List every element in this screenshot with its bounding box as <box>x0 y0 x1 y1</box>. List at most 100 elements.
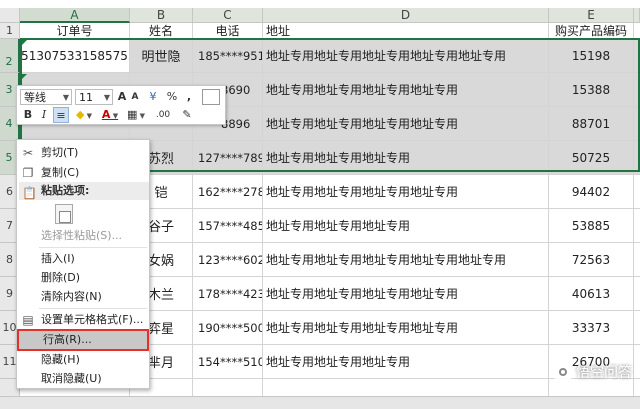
cell-address[interactable]: 地址专用地址专用地址专用地址专用 <box>263 311 549 344</box>
grow-font-button[interactable]: A <box>116 89 128 105</box>
spreadsheet: A B C D E 1 2 3 4 5 6 7 8 9 10 11 订单号 姓名… <box>0 0 640 409</box>
font-name-dropdown[interactable]: 等线 ▼ <box>20 89 72 105</box>
percent-format-button[interactable]: % <box>165 89 179 105</box>
cell-order-id[interactable]: 1513075331585755 <box>20 39 130 72</box>
header-address[interactable]: 地址 <box>263 23 549 38</box>
cell-address[interactable]: 地址专用地址专用地址专用 <box>263 345 549 378</box>
cell-f[interactable] <box>634 209 640 242</box>
cell-product-code[interactable]: 94402 <box>549 175 634 208</box>
column-header-a[interactable]: A <box>20 8 130 23</box>
cell-phone[interactable]: 154****5107 <box>193 345 263 378</box>
cell-product-code[interactable]: 72563 <box>549 243 634 276</box>
header-order-id[interactable]: 订单号 <box>20 23 130 38</box>
font-size-dropdown[interactable]: 11 ▼ <box>75 89 113 105</box>
column-header-c[interactable]: C <box>193 8 263 23</box>
select-all-corner[interactable] <box>0 8 20 23</box>
bold-button[interactable]: B <box>21 107 35 123</box>
cell-f[interactable] <box>634 311 640 344</box>
column-header-d[interactable]: D <box>263 8 549 23</box>
format-cells-icon: ▤ <box>22 313 34 327</box>
menu-item-label: 删除(D) <box>41 271 81 284</box>
cell-f[interactable] <box>634 107 640 140</box>
cell-product-code[interactable]: 53885 <box>549 209 634 242</box>
cell-phone[interactable]: 123****6028 <box>193 243 263 276</box>
menu-item-copy[interactable]: ❐ 复制(C) <box>17 163 149 183</box>
paste-button-icon[interactable] <box>55 204 73 224</box>
cell-product-code[interactable]: 15388 <box>549 73 634 106</box>
row-header-1[interactable]: 1 <box>0 23 20 39</box>
cell-f[interactable] <box>634 73 640 106</box>
cell-address[interactable]: 地址专用地址专用地址专用地址专用地址专用 <box>263 243 549 276</box>
menu-item-row-height[interactable]: 行高(R)... <box>17 329 149 351</box>
header-product-code[interactable]: 购买产品编码 <box>549 23 634 38</box>
cell-address[interactable]: 地址专用地址专用地址专用地址专用 <box>263 73 549 106</box>
menu-item-label: 清除内容(N) <box>41 290 102 303</box>
column-header-e[interactable]: E <box>549 8 634 23</box>
cell-product-code[interactable]: 40613 <box>549 277 634 310</box>
cell-address[interactable]: 地址专用地址专用地址专用地址专用地址专用 <box>263 39 549 72</box>
comma-format-button[interactable]: , <box>182 89 196 105</box>
italic-button[interactable]: I <box>37 107 51 123</box>
cell-empty[interactable] <box>193 379 263 396</box>
cell-f[interactable] <box>634 277 640 310</box>
cell-f[interactable] <box>634 243 640 276</box>
cell-phone[interactable]: 190****5002 <box>193 311 263 344</box>
cell-phone[interactable]: 157****4859 <box>193 209 263 242</box>
cell-name[interactable]: 明世隐 <box>130 39 193 72</box>
row-header-2[interactable]: 2 <box>0 39 20 73</box>
menu-item-unhide[interactable]: 取消隐藏(U) <box>17 369 149 389</box>
wukong-logo-icon <box>553 363 573 383</box>
column-header-b[interactable]: B <box>130 8 193 23</box>
menu-item-label: 复制(C) <box>41 166 80 179</box>
align-center-button[interactable]: ≡ <box>53 107 69 123</box>
cell-product-code[interactable]: 50725 <box>549 141 634 174</box>
cell-phone[interactable]: 127****7899 <box>193 141 263 174</box>
paste-icon: 📋 <box>22 186 37 200</box>
cell-phone[interactable]: 178****4235 <box>193 277 263 310</box>
font-color-button[interactable]: A ▼ <box>99 107 121 123</box>
watermark-text: 悟空问答 <box>576 365 632 381</box>
menu-item-delete[interactable]: 删除(D) <box>17 268 149 288</box>
cell-f[interactable] <box>634 39 640 72</box>
format-painter-button[interactable]: ✎ <box>179 107 195 123</box>
menu-item-cut[interactable]: ✂ 剪切(T) <box>17 143 149 163</box>
cell-address[interactable]: 地址专用地址专用地址专用地址专用 <box>263 277 549 310</box>
cell-product-code[interactable]: 15198 <box>549 39 634 72</box>
cell-phone[interactable]: 162****2785 <box>193 175 263 208</box>
fill-color-button[interactable]: ◆ ▼ <box>73 107 95 123</box>
menu-item-label: 取消隐藏(U) <box>41 372 102 385</box>
header-name[interactable]: 姓名 <box>130 23 193 38</box>
cell-address[interactable]: 地址专用地址专用地址专用 <box>263 141 549 174</box>
menu-item-paste-special[interactable]: 选择性粘贴(S)... <box>17 226 149 246</box>
paste-options-label: 粘贴选项: <box>41 184 90 197</box>
header-phone[interactable]: 电话 <box>193 23 263 38</box>
table-format-icon[interactable] <box>202 89 220 105</box>
menu-item-clear-contents[interactable]: 清除内容(N) <box>17 287 149 307</box>
cell-product-code[interactable]: 88701 <box>549 107 634 140</box>
cell-address[interactable]: 地址专用地址专用地址专用地址专用 <box>263 107 549 140</box>
menu-item-hide[interactable]: 隐藏(H) <box>17 350 149 370</box>
cell-product-code[interactable]: 33373 <box>549 311 634 344</box>
decimal-button[interactable]: .00 <box>151 107 175 123</box>
cell-address[interactable]: 地址专用地址专用地址专用地址专用 <box>263 175 549 208</box>
shrink-font-button[interactable]: A <box>129 89 141 105</box>
context-menu: ✂ 剪切(T) ❐ 复制(C) 📋 粘贴选项: 选择性粘贴(S)... 插入(I) 删… <box>16 139 150 389</box>
currency-format-button[interactable]: ¥ <box>145 89 161 105</box>
header-row: 订单号 姓名 电话 地址 购买产品编码 <box>20 23 640 39</box>
cell-f[interactable] <box>634 175 640 208</box>
border-icon: ▦ <box>126 108 138 121</box>
cell-f1[interactable] <box>634 23 640 38</box>
mini-toolbar: 等线 ▼ 11 ▼ A A ¥ % , B I ≡ ◆ ▼ A ▼ ▦ ▼ .0… <box>16 85 226 125</box>
border-button[interactable]: ▦ ▼ <box>125 107 147 123</box>
column-header-f[interactable] <box>634 8 640 23</box>
menu-item-insert[interactable]: 插入(I) <box>17 249 149 269</box>
cell-phone[interactable]: 185****9514 <box>193 39 263 72</box>
menu-item-label: 行高(R)... <box>43 333 92 346</box>
cell-f[interactable] <box>634 345 640 378</box>
menu-item-format-cells[interactable]: ▤ 设置单元格格式(F)... <box>17 310 149 330</box>
cell-f[interactable] <box>634 141 640 174</box>
cell-empty[interactable] <box>263 379 549 396</box>
font-name-value: 等线 <box>24 91 46 104</box>
menu-item-label: 隐藏(H) <box>41 353 80 366</box>
cell-address[interactable]: 地址专用地址专用地址专用 <box>263 209 549 242</box>
